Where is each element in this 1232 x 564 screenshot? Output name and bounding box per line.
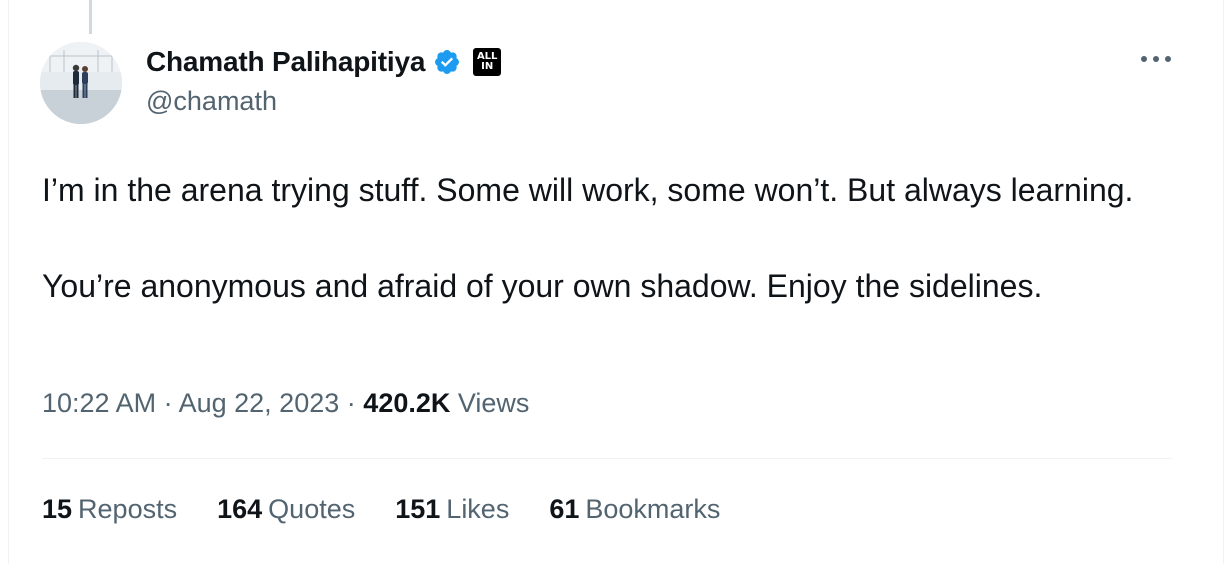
affiliation-badge-line-2: IN xyxy=(481,61,494,72)
engagement-stats: 15 Reposts 164 Quotes 151 Likes 61 Bookmarks xyxy=(42,494,760,525)
avatar[interactable] xyxy=(40,42,122,124)
stat-count: 164 xyxy=(217,494,263,524)
divider xyxy=(42,458,1172,459)
more-options-button[interactable] xyxy=(1136,46,1176,78)
affiliation-badge[interactable]: ALL IN xyxy=(473,48,502,76)
stat-count: 151 xyxy=(395,494,441,524)
author-display-name[interactable]: Chamath Palihapitiya xyxy=(146,46,425,78)
stat-reposts[interactable]: 15 Reposts xyxy=(42,494,177,525)
verified-badge-icon[interactable] xyxy=(433,48,461,76)
meta-separator: · xyxy=(163,388,173,418)
tweet-time[interactable]: 10:22 AM xyxy=(42,388,156,418)
stat-label: Quotes xyxy=(268,494,356,524)
more-options-icon xyxy=(1136,39,1176,72)
stat-label: Bookmarks xyxy=(585,494,721,524)
views-count[interactable]: 420.2K xyxy=(363,388,450,418)
views-label[interactable]: Views xyxy=(458,388,530,418)
tweet-text: I’m in the arena trying stuff. Some will… xyxy=(42,166,1172,310)
tweet-paragraph: I’m in the arena trying stuff. Some will… xyxy=(42,172,1134,208)
tweet-metadata: 10:22 AM · Aug 22, 2023 · 420.2K Views xyxy=(42,388,529,419)
meta-separator: · xyxy=(346,388,356,418)
stat-likes[interactable]: 151 Likes xyxy=(395,494,509,525)
stat-bookmarks[interactable]: 61 Bookmarks xyxy=(549,494,720,525)
stat-label: Reposts xyxy=(78,494,178,524)
stat-count: 61 xyxy=(549,494,580,524)
stat-label: Likes xyxy=(446,494,510,524)
tweet-date[interactable]: Aug 22, 2023 xyxy=(179,388,340,418)
author-name-row: Chamath Palihapitiya ALL IN xyxy=(146,44,502,80)
thread-connector-line xyxy=(89,0,92,34)
author-handle[interactable]: @chamath xyxy=(146,86,277,117)
stat-quotes[interactable]: 164 Quotes xyxy=(217,494,355,525)
avatar-image xyxy=(40,42,122,124)
tweet-paragraph: You’re anonymous and afraid of your own … xyxy=(42,268,1043,304)
stat-count: 15 xyxy=(42,494,73,524)
